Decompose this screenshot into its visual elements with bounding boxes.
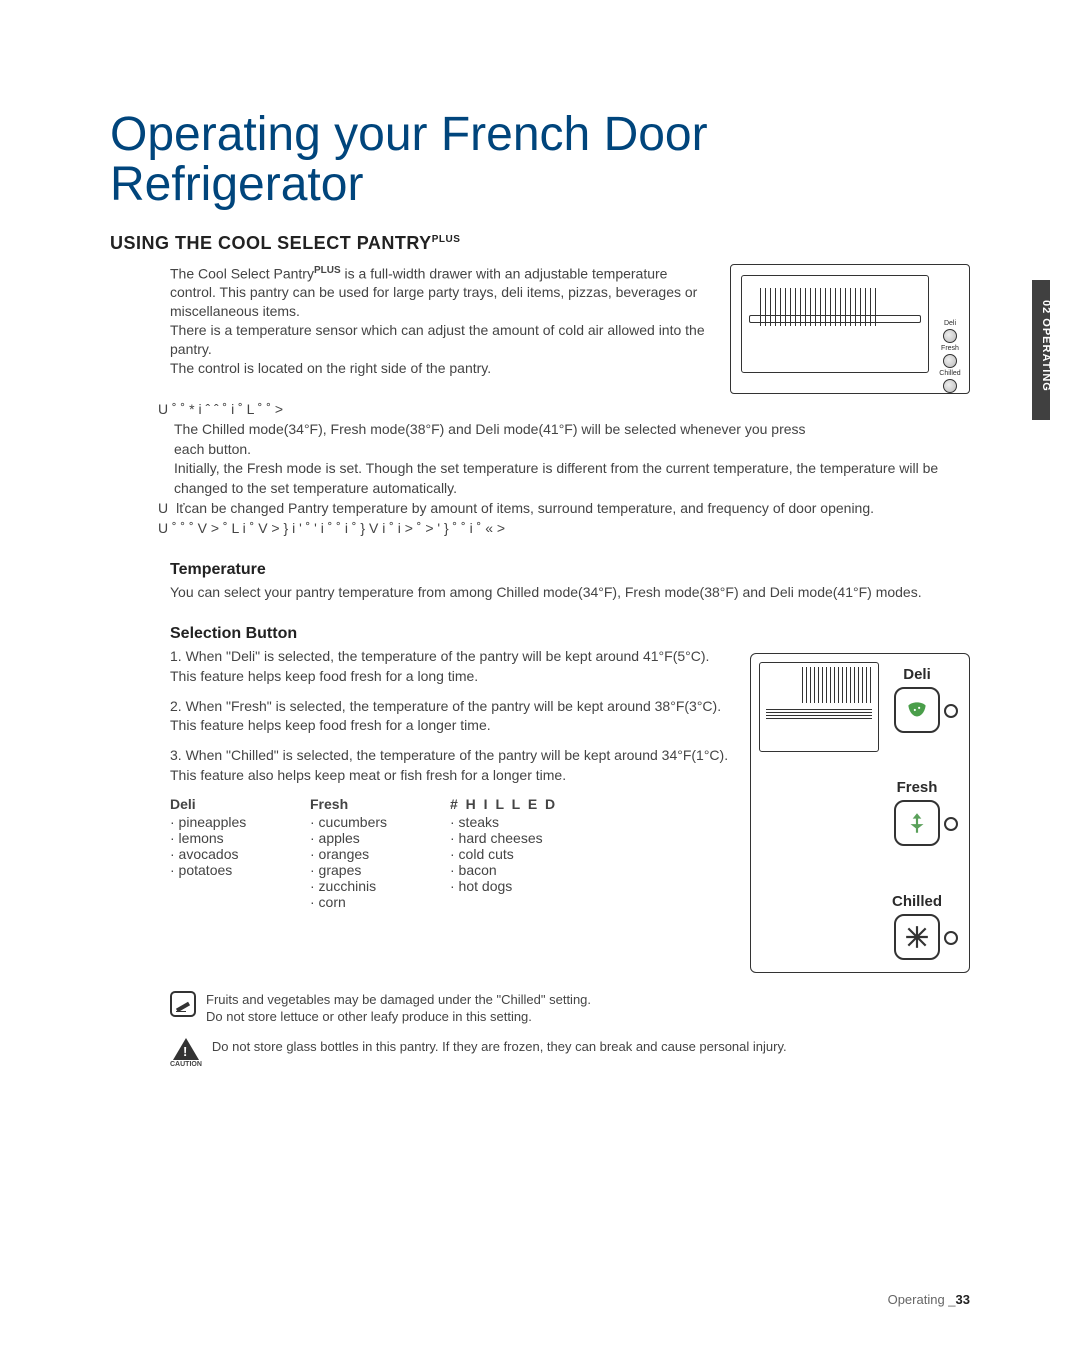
selection-panel-hatch <box>802 667 872 703</box>
selection-item-2-text: When "Fresh" is selected, the temperatur… <box>170 698 721 734</box>
foods-chilled-4: · hot dogs <box>450 878 560 894</box>
panel-fresh-indicator-icon <box>944 817 958 831</box>
pantry-diagram: Deli Fresh Chilled <box>730 264 970 394</box>
selection-panel-shelf <box>766 709 872 719</box>
note-icon <box>170 991 196 1017</box>
mini-chilled-label: Chilled <box>937 370 963 377</box>
bullet-1b: each button. <box>174 440 970 460</box>
selection-item-3-text: When "Chilled" is selected, the temperat… <box>170 747 728 783</box>
foods-fresh-4: · zucchinis <box>310 878 420 894</box>
foods-deli-2: · avocados <box>170 846 280 862</box>
foods-fresh-col: Fresh · cucumbers · apples · oranges · g… <box>310 796 420 910</box>
intro-p1a: The Cool Select Pantry <box>170 265 314 281</box>
foods-table: Deli · pineapples · lemons · avocados · … <box>170 796 730 910</box>
foods-deli-col: Deli · pineapples · lemons · avocados · … <box>170 796 280 910</box>
mini-chilled-button-icon <box>943 379 957 393</box>
page-footer: Operating _33 <box>888 1292 970 1307</box>
deli-icon <box>894 687 940 733</box>
bullet-2-mark: U <box>158 499 168 519</box>
foods-chilled-0: · steaks <box>450 814 560 830</box>
intro-text: The Cool Select PantryPLUS is a full-wid… <box>170 264 716 394</box>
note-line-2: Do not store lettuce or other leafy prod… <box>206 1008 591 1026</box>
intro-p2: There is a temperature sensor which can … <box>170 321 716 359</box>
intro-p3: The control is located on the right side… <box>170 359 716 378</box>
bullet-list: U ˚ ˚ * i ˆ ˆ ˚ i ˚ L ˚ ˚ > The Chilled … <box>158 400 970 539</box>
selection-item-1-text: When "Deli" is selected, the temperature… <box>170 648 709 684</box>
foods-fresh-5: · corn <box>310 894 420 910</box>
caution-label: CAUTION <box>170 1060 202 1069</box>
caution-text: Do not store glass bottles in this pantr… <box>212 1038 787 1056</box>
foods-fresh-1: · apples <box>310 830 420 846</box>
foods-fresh-3: · grapes <box>310 862 420 878</box>
panel-chilled-indicator-icon <box>944 931 958 945</box>
panel-deli: Deli <box>877 666 957 733</box>
caution-icon: CAUTION <box>170 1038 202 1069</box>
foods-deli-1: · lemons <box>170 830 280 846</box>
section-heading: USING THE COOL SELECT PANTRYPLUS <box>110 233 970 254</box>
foods-deli-heading: Deli <box>170 796 280 812</box>
selection-item-1: 1. When "Deli" is selected, the temperat… <box>170 647 730 687</box>
panel-deli-indicator-icon <box>944 704 958 718</box>
panel-deli-label: Deli <box>877 666 957 683</box>
selection-item-3: 3. When "Chilled" is selected, the tempe… <box>170 746 730 786</box>
foods-fresh-0: · cucumbers <box>310 814 420 830</box>
temperature-heading: Temperature <box>170 561 970 579</box>
section-heading-text: USING THE COOL SELECT PANTRY <box>110 233 432 253</box>
bullet-2: lťcan be changed Pantry temperature by a… <box>176 499 874 519</box>
note-text: Fruits and vegetables may be damaged und… <box>206 991 591 1026</box>
panel-chilled: Chilled <box>877 893 957 960</box>
foods-fresh-heading: Fresh <box>310 796 420 812</box>
pantry-drawer-handle <box>749 315 921 323</box>
selection-panel-diagram: Deli Fresh Chilled <box>750 653 970 973</box>
pantry-control-stack: Deli Fresh Chilled <box>937 320 963 395</box>
bullet-1c: Initially, the Fresh mode is set. Though… <box>174 459 970 499</box>
mini-fresh-label: Fresh <box>937 345 963 352</box>
page-title: Operating your French Door Refrigerator <box>110 110 970 211</box>
footer-page: 33 <box>956 1292 970 1307</box>
section-heading-sup: PLUS <box>432 234 461 245</box>
panel-fresh-label: Fresh <box>877 779 957 796</box>
foods-chilled-heading: # H I L L E D <box>450 796 560 812</box>
foods-chilled-3: · bacon <box>450 862 560 878</box>
selection-item-2: 2. When "Fresh" is selected, the tempera… <box>170 697 730 737</box>
selection-panel-drawer <box>759 662 879 752</box>
foods-chilled-1: · hard cheeses <box>450 830 560 846</box>
panel-fresh: Fresh <box>877 779 957 846</box>
bullet-1-label: U ˚ ˚ * i ˆ ˆ ˚ i ˚ L ˚ ˚ > <box>158 400 283 420</box>
panel-chilled-label: Chilled <box>877 893 957 910</box>
temperature-body: You can select your pantry temperature f… <box>170 583 970 603</box>
selection-heading: Selection Button <box>170 625 970 643</box>
bullet-3: U ˚ ˚ ˚ V > ˚ L i ˚ V > } i ' ˚ ' i ˚ ˚ … <box>158 519 505 539</box>
foods-chilled-col: # H I L L E D · steaks · hard cheeses · … <box>450 796 560 910</box>
side-tab-label: 02 OPERATING <box>1040 300 1052 392</box>
bullet-1a: The Chilled mode(34°F), Fresh mode(38°F)… <box>174 420 970 440</box>
pantry-drawer-outline <box>741 275 929 373</box>
mini-fresh-button-icon <box>943 354 957 368</box>
foods-fresh-2: · oranges <box>310 846 420 862</box>
chilled-icon <box>894 914 940 960</box>
foods-deli-3: · potatoes <box>170 862 280 878</box>
intro-p1-sup: PLUS <box>314 265 341 276</box>
mini-deli-button-icon <box>943 329 957 343</box>
foods-deli-0: · pineapples <box>170 814 280 830</box>
note-line-1: Fruits and vegetables may be damaged und… <box>206 991 591 1009</box>
fresh-icon <box>894 800 940 846</box>
foods-chilled-2: · cold cuts <box>450 846 560 862</box>
mini-deli-label: Deli <box>937 320 963 327</box>
warning-triangle-icon <box>173 1038 199 1060</box>
footer-label: Operating _ <box>888 1292 956 1307</box>
